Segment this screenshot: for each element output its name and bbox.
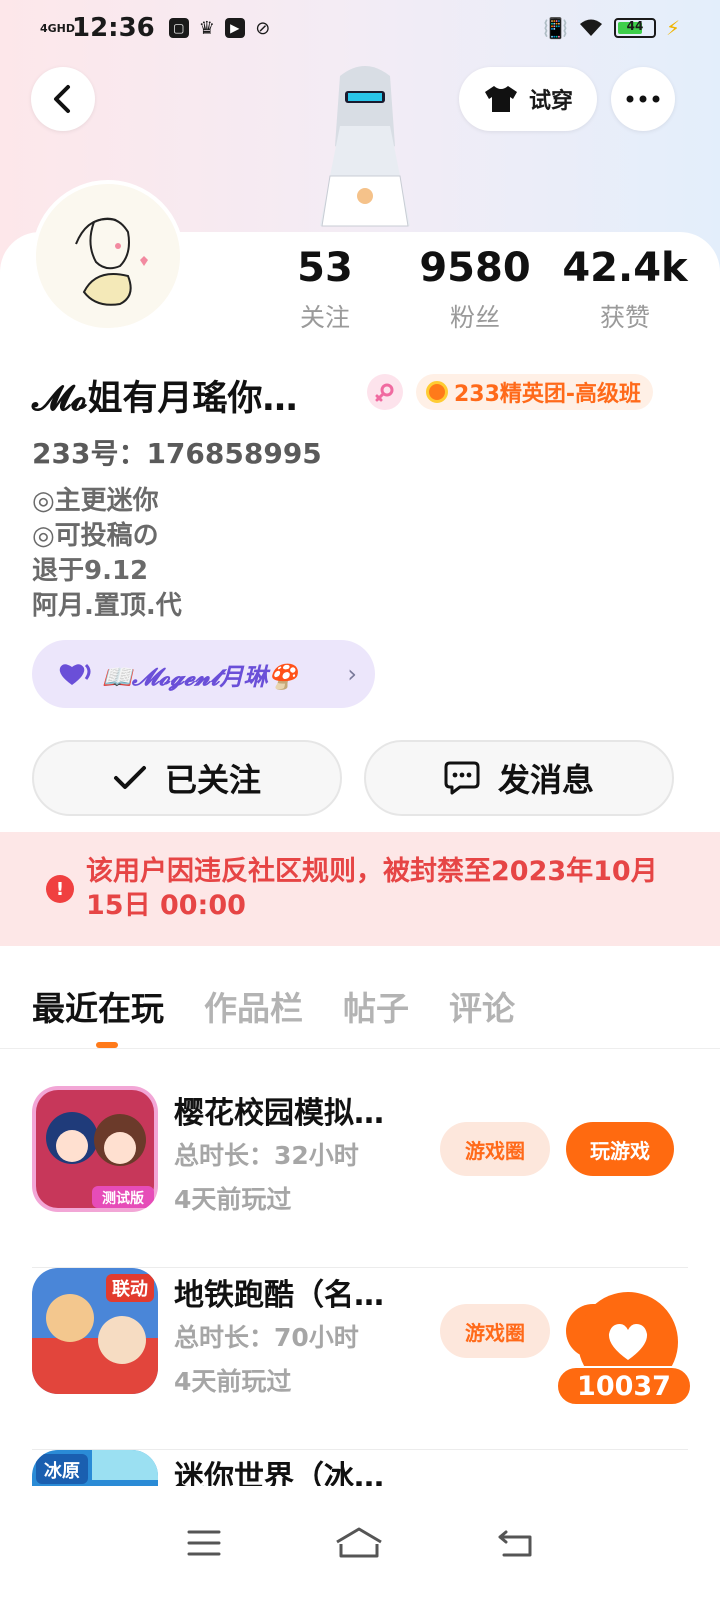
game-title: 地铁跑酷（名… xyxy=(174,1278,384,1313)
tab-recently-played[interactable]: 最近在玩 xyxy=(32,982,164,1030)
message-label: 发消息 xyxy=(497,761,594,799)
play-notification-icon: ▶ xyxy=(224,18,245,38)
play-game-button[interactable]: 玩游戏 xyxy=(566,1122,674,1176)
avatar-3d-character xyxy=(320,66,410,227)
user-id: 233号：176858995 xyxy=(32,437,322,470)
avatar[interactable] xyxy=(32,180,184,332)
following-label: 关注 xyxy=(299,303,350,332)
link-icon: ⊘ xyxy=(255,17,271,39)
club-name: 📖𝓜𝓸𝓰𝓮𝓷𝓽月琳🍄 xyxy=(102,662,298,691)
female-gender-icon xyxy=(367,374,403,410)
warning-icon: ! xyxy=(46,875,74,903)
game-list-item[interactable]: 测试版 樱花校园模拟… 总时长：32小时 4天前玩过 游戏圈 玩游戏 xyxy=(32,1086,688,1268)
bio-line: 阿月.置顶.代 xyxy=(32,591,182,621)
charging-icon: ⚡ xyxy=(665,16,680,40)
fans-count: 9580 xyxy=(419,245,531,291)
try-on-label: 试穿 xyxy=(528,89,573,114)
bio-line: 退于9.12 xyxy=(32,556,149,586)
following-stat[interactable]: 53 关注 xyxy=(250,244,400,334)
badge-label: 233精英团-高级班 xyxy=(454,382,642,407)
tab-works[interactable]: 作品栏 xyxy=(204,982,303,1030)
game-circle-button[interactable]: 游戏圈 xyxy=(440,1122,550,1176)
game-title: 樱花校园模拟… xyxy=(174,1096,384,1131)
battery-icon: 44 xyxy=(613,18,656,38)
game-title: 迷你世界（冰… xyxy=(174,1460,384,1486)
tab-comments[interactable]: 评论 xyxy=(449,982,515,1030)
following-count: 53 xyxy=(297,245,353,291)
elite-team-badge[interactable]: 233精英团-高级班 xyxy=(416,374,654,410)
game-list-item[interactable]: 冰原 迷你世界（冰… xyxy=(32,1450,688,1486)
user-bio: ◎主更迷你 ◎可投稿の 退于9.12 阿月.置顶.代 xyxy=(32,484,182,624)
back-nav-icon[interactable] xyxy=(496,1528,534,1558)
bio-line: ◎主更迷你 xyxy=(32,486,159,516)
shirt-icon xyxy=(484,86,517,112)
heart-icon xyxy=(59,663,91,685)
icon-tag-text: 联动 xyxy=(112,1279,148,1300)
likes-label: 获赞 xyxy=(599,303,650,332)
tab-posts[interactable]: 帖子 xyxy=(343,982,409,1030)
tab-divider xyxy=(0,1048,720,1049)
crown-icon: ♛ xyxy=(198,17,215,39)
avatar-illustration xyxy=(36,184,180,328)
back-button[interactable] xyxy=(31,67,95,131)
game-icon-miniworld: 冰原 xyxy=(32,1450,158,1486)
club-chip[interactable]: 📖𝓜𝓸𝓰𝓮𝓷𝓽月琳🍄 › xyxy=(32,640,375,708)
profile-stats: 53 关注 9580 粉丝 42.4k 获赞 xyxy=(250,244,700,334)
fans-label: 粉丝 xyxy=(449,303,500,332)
game-duration: 总时长：70小时 xyxy=(174,1323,359,1352)
network-indicator: 4GHD xyxy=(40,21,76,35)
bio-line: ◎可投稿の xyxy=(32,521,159,551)
fans-stat[interactable]: 9580 粉丝 xyxy=(400,244,550,334)
check-icon xyxy=(113,766,146,789)
like-count-badge: 10037 xyxy=(556,1366,692,1406)
home-icon[interactable] xyxy=(334,1526,384,1560)
game-circle-button[interactable]: 游戏圈 xyxy=(440,1304,550,1358)
followed-button[interactable]: 已关注 xyxy=(32,740,342,816)
more-button[interactable] xyxy=(611,67,675,131)
likes-count: 42.4k xyxy=(562,245,688,291)
icon-tag-text: 测试版 xyxy=(102,1190,144,1207)
icon-tag-text: 冰原 xyxy=(44,1460,80,1482)
menu-icon[interactable] xyxy=(186,1528,222,1558)
system-navigation-bar xyxy=(0,1486,720,1600)
heart-icon xyxy=(608,1324,648,1360)
try-on-button[interactable]: 试穿 xyxy=(459,67,597,131)
likes-stat[interactable]: 42.4k 获赞 xyxy=(550,244,700,334)
game-last-played: 4天前玩过 xyxy=(174,1185,292,1214)
more-dots-icon xyxy=(626,95,660,103)
user-name: 𝓜𝓸姐有月瑤你… xyxy=(32,379,298,419)
wifi-icon xyxy=(579,19,602,36)
game-duration: 总时长：32小时 xyxy=(174,1141,359,1170)
profile-tabs: 最近在玩 作品栏 帖子 评论 xyxy=(32,982,515,1030)
clock: 12:36 xyxy=(72,13,155,43)
game-last-played: 4天前玩过 xyxy=(174,1367,292,1396)
game-icon-sakura: 测试版 xyxy=(32,1086,158,1212)
send-message-button[interactable]: 发消息 xyxy=(364,740,674,816)
battery-level: 44 xyxy=(626,19,644,33)
status-bar: 4GHD 12:36 ▢ ♛ ▶ ⊘ 📳 44 ⚡ xyxy=(0,0,720,56)
chevron-right-icon: › xyxy=(347,660,357,688)
vibrate-icon: 📳 xyxy=(543,16,568,40)
ban-notice-text: 该用户因违反社区规则，被封禁至2023年10月15日 00:00 xyxy=(86,856,658,921)
app-notification-icon: ▢ xyxy=(168,18,189,38)
chevron-left-icon xyxy=(54,85,70,113)
badge-medal-icon xyxy=(426,381,448,403)
ban-notice: ! 该用户因违反社区规则，被封禁至2023年10月15日 00:00 xyxy=(0,832,720,946)
followed-label: 已关注 xyxy=(164,761,261,799)
game-icon-subway: 联动 xyxy=(32,1268,158,1394)
chat-bubble-icon xyxy=(444,761,480,795)
